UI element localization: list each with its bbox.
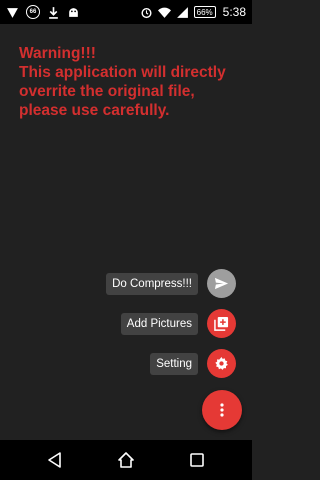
- do-compress-button[interactable]: [207, 269, 236, 298]
- battery-indicator: 66%: [193, 6, 216, 18]
- recents-icon: [189, 453, 204, 467]
- back-button[interactable]: [43, 448, 67, 472]
- recents-button[interactable]: [185, 448, 209, 472]
- warning-message: Warning!!! This application will directl…: [19, 45, 226, 119]
- wifi-icon: [157, 6, 171, 19]
- add-pictures-button[interactable]: [207, 309, 236, 338]
- do-compress-label[interactable]: Do Compress!!!: [106, 272, 198, 295]
- add-pictures-label[interactable]: Add Pictures: [120, 312, 198, 335]
- status-bar: 66 66% 5:38: [0, 0, 252, 24]
- setting-button[interactable]: [207, 349, 236, 378]
- navigation-bar: [0, 440, 252, 480]
- clock: 5:38: [222, 5, 246, 19]
- fab-item-setting[interactable]: Setting: [150, 349, 236, 378]
- setting-label[interactable]: Setting: [150, 352, 198, 375]
- notification-triangle-icon: [6, 6, 19, 19]
- fab-item-do-compress[interactable]: Do Compress!!!: [106, 269, 236, 298]
- status-right: 66% 5:38: [140, 5, 246, 19]
- home-icon: [118, 452, 134, 468]
- status-left: 66: [6, 5, 80, 19]
- home-button[interactable]: [114, 448, 138, 472]
- android-icon: [67, 6, 80, 19]
- back-icon: [48, 452, 62, 468]
- send-icon: [214, 277, 229, 290]
- alarm-icon: [140, 6, 153, 19]
- badge-66-icon: 66: [26, 5, 40, 19]
- download-icon: [47, 6, 60, 19]
- signal-icon: [176, 6, 189, 19]
- add-photo-icon: [214, 316, 229, 331]
- gear-icon: [215, 356, 228, 370]
- more-vertical-icon: [220, 403, 224, 417]
- main-fab-button[interactable]: [202, 390, 242, 430]
- fab-item-add-pictures[interactable]: Add Pictures: [120, 309, 236, 338]
